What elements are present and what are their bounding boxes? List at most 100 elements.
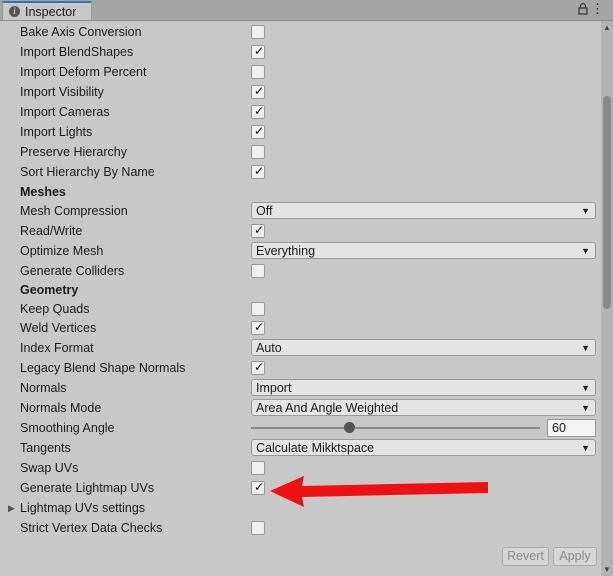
- field-label: Optimize Mesh: [20, 244, 104, 258]
- dropdown-arrow-icon: ▼: [581, 443, 590, 453]
- dropdown-arrow-icon: ▼: [581, 206, 590, 216]
- dropdown-value: Everything: [256, 243, 316, 258]
- smoothing-angle-slider-track[interactable]: [251, 427, 540, 429]
- dropdown-value: Auto: [256, 340, 282, 355]
- row-optimize-mesh: Optimize Mesh Everything ▼: [20, 241, 598, 261]
- vertical-scrollbar[interactable]: ▲ ▼: [601, 21, 613, 576]
- row-import-blendshapes: Import BlendShapes ✓: [20, 42, 598, 62]
- field-label: Generate Colliders: [20, 264, 125, 278]
- foldout-label[interactable]: Lightmap UVs settings: [20, 498, 145, 518]
- row-mesh-compression: Mesh Compression Off ▼: [20, 201, 598, 221]
- import-deform-percent-checkbox[interactable]: [251, 65, 265, 79]
- field-label: Bake Axis Conversion: [20, 25, 142, 39]
- tab-label: Inspector: [25, 4, 77, 19]
- revert-button[interactable]: Revert: [502, 547, 549, 566]
- smoothing-angle-input[interactable]: 60: [547, 419, 596, 437]
- row-strict-vertex-data-checks: Strict Vertex Data Checks: [20, 518, 598, 538]
- section-header: Meshes: [20, 185, 66, 199]
- row-legacy-blend-shape-normals: Legacy Blend Shape Normals ✓: [20, 358, 598, 378]
- import-cameras-checkbox[interactable]: ✓: [251, 104, 265, 119]
- row-normals-mode: Normals Mode Area And Angle Weighted ▼: [20, 398, 598, 418]
- checkmark-icon: ✓: [254, 164, 265, 178]
- row-smoothing-angle: Smoothing Angle 60: [20, 418, 598, 438]
- keep-quads-checkbox[interactable]: [251, 302, 265, 316]
- checkmark-icon: ✓: [254, 104, 265, 118]
- row-weld-vertices: Weld Vertices ✓: [20, 318, 598, 338]
- row-tangents: Tangents Calculate Mikktspace ▼: [20, 438, 598, 458]
- preserve-hierarchy-checkbox[interactable]: [251, 145, 265, 159]
- scroll-down-icon[interactable]: ▼: [603, 565, 611, 574]
- generate-lightmap-uvs-checkbox[interactable]: ✓: [251, 480, 265, 495]
- dropdown-value: Import: [256, 380, 292, 395]
- legacy-blend-shape-normals-checkbox[interactable]: ✓: [251, 360, 265, 375]
- field-label: Tangents: [20, 441, 71, 455]
- field-label: Mesh Compression: [20, 204, 128, 218]
- apply-button[interactable]: Apply: [553, 547, 597, 566]
- row-read-write: Read/Write ✓: [20, 221, 598, 241]
- field-label: Weld Vertices: [20, 321, 97, 335]
- lock-icon[interactable]: [578, 3, 588, 15]
- dropdown-value: Calculate Mikktspace: [256, 440, 375, 455]
- field-label: Import Cameras: [20, 105, 110, 119]
- dropdown-arrow-icon: ▼: [581, 343, 590, 353]
- field-label: Swap UVs: [20, 461, 79, 475]
- dropdown-value: Area And Angle Weighted: [256, 400, 399, 415]
- field-label: Sort Hierarchy By Name: [20, 165, 155, 179]
- strict-vertex-data-checks-checkbox[interactable]: [251, 521, 265, 535]
- row-import-lights: Import Lights ✓: [20, 122, 598, 142]
- foldout-arrow-icon[interactable]: ▶: [8, 503, 15, 514]
- row-sort-hierarchy-by-name: Sort Hierarchy By Name ✓: [20, 162, 598, 182]
- import-visibility-checkbox[interactable]: ✓: [251, 84, 265, 99]
- row-bake-axis-conversion: Bake Axis Conversion: [20, 22, 598, 42]
- normals-mode-dropdown[interactable]: Area And Angle Weighted ▼: [251, 399, 596, 416]
- checkmark-icon: ✓: [254, 320, 265, 334]
- scrollbar-thumb[interactable]: [603, 96, 611, 309]
- tab-inspector[interactable]: i Inspector: [2, 1, 92, 20]
- field-label: Preserve Hierarchy: [20, 145, 127, 159]
- scroll-up-icon[interactable]: ▲: [603, 23, 611, 32]
- field-label: Import Visibility: [20, 85, 104, 99]
- row-keep-quads: Keep Quads: [20, 299, 598, 319]
- field-label: Smoothing Angle: [20, 421, 115, 435]
- field-label: Index Format: [20, 341, 94, 355]
- annotation-arrow-icon: [270, 476, 488, 507]
- section-geometry: Geometry: [20, 280, 598, 300]
- checkmark-icon: ✓: [254, 124, 265, 138]
- mesh-compression-dropdown[interactable]: Off ▼: [251, 202, 596, 219]
- dropdown-arrow-icon: ▼: [581, 246, 590, 256]
- field-label: Import Deform Percent: [20, 65, 147, 79]
- index-format-dropdown[interactable]: Auto ▼: [251, 339, 596, 356]
- import-lights-checkbox[interactable]: ✓: [251, 124, 265, 139]
- checkmark-icon: ✓: [254, 360, 265, 374]
- section-header: Geometry: [20, 283, 79, 297]
- checkmark-icon: ✓: [254, 223, 265, 237]
- field-label: Legacy Blend Shape Normals: [20, 361, 186, 375]
- import-blendshapes-checkbox[interactable]: ✓: [251, 44, 265, 59]
- field-label: Generate Lightmap UVs: [20, 481, 155, 495]
- row-normals: Normals Import ▼: [20, 378, 598, 398]
- row-import-visibility: Import Visibility ✓: [20, 82, 598, 102]
- checkmark-icon: ✓: [254, 44, 265, 58]
- generate-colliders-checkbox[interactable]: [251, 264, 265, 278]
- read-write-checkbox[interactable]: ✓: [251, 223, 265, 238]
- optimize-mesh-dropdown[interactable]: Everything ▼: [251, 242, 596, 259]
- swap-uvs-checkbox[interactable]: [251, 461, 265, 475]
- smoothing-angle-slider-handle[interactable]: [343, 422, 355, 433]
- checkmark-icon: ✓: [254, 84, 265, 98]
- normals-dropdown[interactable]: Import ▼: [251, 379, 596, 396]
- sort-hierarchy-by-name-checkbox[interactable]: ✓: [251, 164, 265, 179]
- bake-axis-conversion-checkbox[interactable]: [251, 25, 265, 39]
- weld-vertices-checkbox[interactable]: ✓: [251, 320, 265, 335]
- info-icon: i: [9, 6, 20, 17]
- row-generate-colliders: Generate Colliders: [20, 261, 598, 281]
- more-options-icon[interactable]: ⋮: [591, 1, 604, 17]
- row-import-deform-percent: Import Deform Percent: [20, 62, 598, 82]
- section-meshes: Meshes: [20, 182, 598, 202]
- dropdown-arrow-icon: ▼: [581, 383, 590, 393]
- tangents-dropdown[interactable]: Calculate Mikktspace ▼: [251, 439, 596, 456]
- field-label: Strict Vertex Data Checks: [20, 521, 163, 535]
- dropdown-arrow-icon: ▼: [581, 403, 590, 413]
- field-label: Normals: [20, 381, 67, 395]
- dropdown-value: Off: [256, 203, 273, 218]
- field-label: Import BlendShapes: [20, 45, 134, 59]
